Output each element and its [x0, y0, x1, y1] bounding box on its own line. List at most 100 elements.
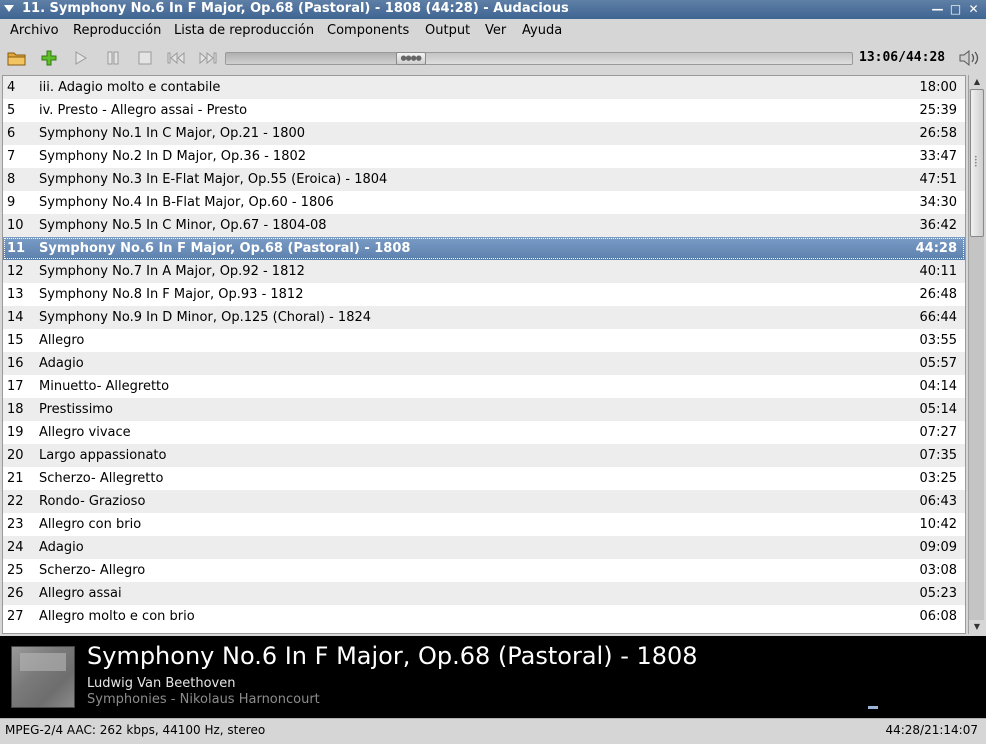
window-titlebar[interactable]: 11. Symphony No.6 In F Major, Op.68 (Pas…: [0, 0, 986, 19]
statusbar: MPEG-2/4 AAC: 262 kbps, 44100 Hz, stereo…: [0, 718, 986, 744]
playlist-row[interactable]: 21 Scherzo- Allegretto 03:25: [3, 467, 965, 490]
track-number: 16: [7, 356, 24, 371]
menu-ver[interactable]: Ver: [485, 23, 506, 38]
track-title: Allegro molto e con brio: [39, 609, 195, 624]
playlist-row[interactable]: 16 Adagio 05:57: [3, 352, 965, 375]
maximize-icon[interactable]: □: [948, 2, 963, 17]
play-icon[interactable]: [71, 49, 91, 67]
open-folder-icon[interactable]: [7, 49, 27, 67]
track-number: 9: [7, 195, 16, 210]
scrollbar-thumb[interactable]: • • • •: [970, 89, 984, 237]
playlist-row[interactable]: 24 Adagio 09:09: [3, 536, 965, 559]
toolbar: ●●●● 13:06/44:28: [0, 43, 986, 73]
track-number: 12: [7, 264, 24, 279]
minimize-icon[interactable]: —: [930, 2, 945, 17]
track-number: 22: [7, 494, 24, 509]
playlist-row[interactable]: 13 Symphony No.8 In F Major, Op.93 - 1812…: [3, 283, 965, 306]
volume-icon[interactable]: [958, 49, 980, 67]
scroll-up-icon[interactable]: ▲: [969, 75, 985, 89]
seek-slider-handle[interactable]: ●●●●: [395, 52, 426, 65]
seek-slider[interactable]: ●●●●: [225, 52, 853, 65]
menu-ayuda[interactable]: Ayuda: [522, 23, 562, 38]
track-number: 10: [7, 218, 24, 233]
track-number: 25: [7, 563, 24, 578]
track-title: Prestissimo: [39, 402, 113, 417]
playlist-row[interactable]: 4 iii. Adagio molto e contabile 18:00: [3, 76, 965, 99]
playlist-row[interactable]: 12 Symphony No.7 In A Major, Op.92 - 1812…: [3, 260, 965, 283]
track-number: 26: [7, 586, 24, 601]
playlist-row-selected[interactable]: 11 Symphony No.6 In F Major, Op.68 (Pasto…: [3, 237, 965, 260]
previous-icon[interactable]: [166, 49, 186, 67]
next-icon[interactable]: [198, 49, 218, 67]
playlist-row[interactable]: 14 Symphony No.9 In D Minor, Op.125 (Chor…: [3, 306, 965, 329]
playlist-scrollbar[interactable]: ▲ • • • • ▼: [968, 75, 985, 634]
playlist-row[interactable]: 20 Largo appassionato 07:35: [3, 444, 965, 467]
album-art: [11, 646, 75, 708]
track-number: 20: [7, 448, 24, 463]
track-title: Symphony No.2 In D Major, Op.36 - 1802: [39, 149, 307, 164]
menu-archivo[interactable]: Archivo: [10, 23, 59, 38]
track-title: Largo appassionato: [39, 448, 167, 463]
track-title: Adagio: [39, 540, 84, 555]
track-duration: 05:23: [919, 586, 957, 601]
track-number: 15: [7, 333, 24, 348]
close-icon[interactable]: ✕: [966, 2, 981, 17]
stream-format: MPEG-2/4 AAC: 262 kbps, 44100 Hz, stereo: [5, 723, 266, 737]
track-duration: 44:28: [915, 241, 957, 256]
playlist-row[interactable]: 15 Allegro 03:55: [3, 329, 965, 352]
playlist-row[interactable]: 22 Rondo- Grazioso 06:43: [3, 490, 965, 513]
track-number: 6: [7, 126, 16, 141]
track-duration: 05:14: [919, 402, 957, 417]
playlist-row[interactable]: 25 Scherzo- Allegro 03:08: [3, 559, 965, 582]
track-title: Scherzo- Allegro: [39, 563, 146, 578]
playlist-row[interactable]: 9 Symphony No.4 In B-Flat Major, Op.60 - …: [3, 191, 965, 214]
playlist-row[interactable]: 17 Minuetto- Allegretto 04:14: [3, 375, 965, 398]
playlist-row[interactable]: 6 Symphony No.1 In C Major, Op.21 - 1800 2…: [3, 122, 965, 145]
playlist-row[interactable]: 5 iv. Presto - Allegro assai - Presto 25:3…: [3, 99, 965, 122]
track-duration: 26:48: [919, 287, 957, 302]
track-duration: 40:11: [919, 264, 957, 279]
playlist-row[interactable]: 26 Allegro assai 05:23: [3, 582, 965, 605]
playlist-row[interactable]: 27 Allegro molto e con brio 06:08: [3, 605, 965, 628]
playlist-row[interactable]: 18 Prestissimo 05:14: [3, 398, 965, 421]
scrollbar-grip-icon: • • • •: [974, 154, 978, 170]
now-playing-artist: Ludwig Van Beethoven: [87, 676, 236, 691]
track-duration: 10:42: [919, 517, 957, 532]
playlist-row[interactable]: 7 Symphony No.2 In D Major, Op.36 - 1802 3…: [3, 145, 965, 168]
track-title: Allegro assai: [39, 586, 122, 601]
track-title: iii. Adagio molto e contabile: [39, 80, 221, 95]
playlist-row[interactable]: 8 Symphony No.3 In E-Flat Major, Op.55 (E…: [3, 168, 965, 191]
window-title: 11. Symphony No.6 In F Major, Op.68 (Pas…: [22, 1, 569, 16]
pause-icon[interactable]: [103, 49, 123, 67]
track-title: Symphony No.6 In F Major, Op.68 (Pastora…: [39, 241, 411, 256]
scroll-down-icon[interactable]: ▼: [969, 620, 985, 634]
playlist-row[interactable]: 10 Symphony No.5 In C Minor, Op.67 - 1804…: [3, 214, 965, 237]
playlist-row[interactable]: 19 Allegro vivace 07:27: [3, 421, 965, 444]
track-title: Rondo- Grazioso: [39, 494, 146, 509]
visualizer-bar: [868, 706, 878, 709]
playlist-time: 44:28/21:14:07: [885, 723, 978, 737]
menu-output[interactable]: Output: [425, 23, 470, 38]
track-title: Symphony No.3 In E-Flat Major, Op.55 (Er…: [39, 172, 388, 187]
playlist[interactable]: 4 iii. Adagio molto e contabile 18:00 5 iv. …: [2, 75, 966, 634]
track-title: Allegro con brio: [39, 517, 142, 532]
track-number: 23: [7, 517, 24, 532]
playlist-row[interactable]: 23 Allegro con brio 10:42: [3, 513, 965, 536]
menu-lista-de-reproduccion[interactable]: Lista de reproducción: [174, 23, 314, 38]
track-title: Scherzo- Allegretto: [39, 471, 164, 486]
track-number: 21: [7, 471, 24, 486]
menu-components[interactable]: Components: [327, 23, 409, 38]
track-number: 14: [7, 310, 24, 325]
stop-icon[interactable]: [135, 49, 155, 67]
menubar: Archivo Reproducción Lista de reproducci…: [0, 19, 986, 43]
now-playing-panel: Symphony No.6 In F Major, Op.68 (Pastora…: [0, 636, 986, 718]
track-duration: 06:43: [919, 494, 957, 509]
track-title: Symphony No.8 In F Major, Op.93 - 1812: [39, 287, 304, 302]
add-icon[interactable]: [39, 49, 59, 67]
track-duration: 26:58: [919, 126, 957, 141]
track-duration: 09:09: [919, 540, 957, 555]
menu-reproduccion[interactable]: Reproducción: [73, 23, 161, 38]
window-menu-icon[interactable]: [4, 5, 14, 12]
track-title: Symphony No.1 In C Major, Op.21 - 1800: [39, 126, 306, 141]
track-number: 18: [7, 402, 24, 417]
